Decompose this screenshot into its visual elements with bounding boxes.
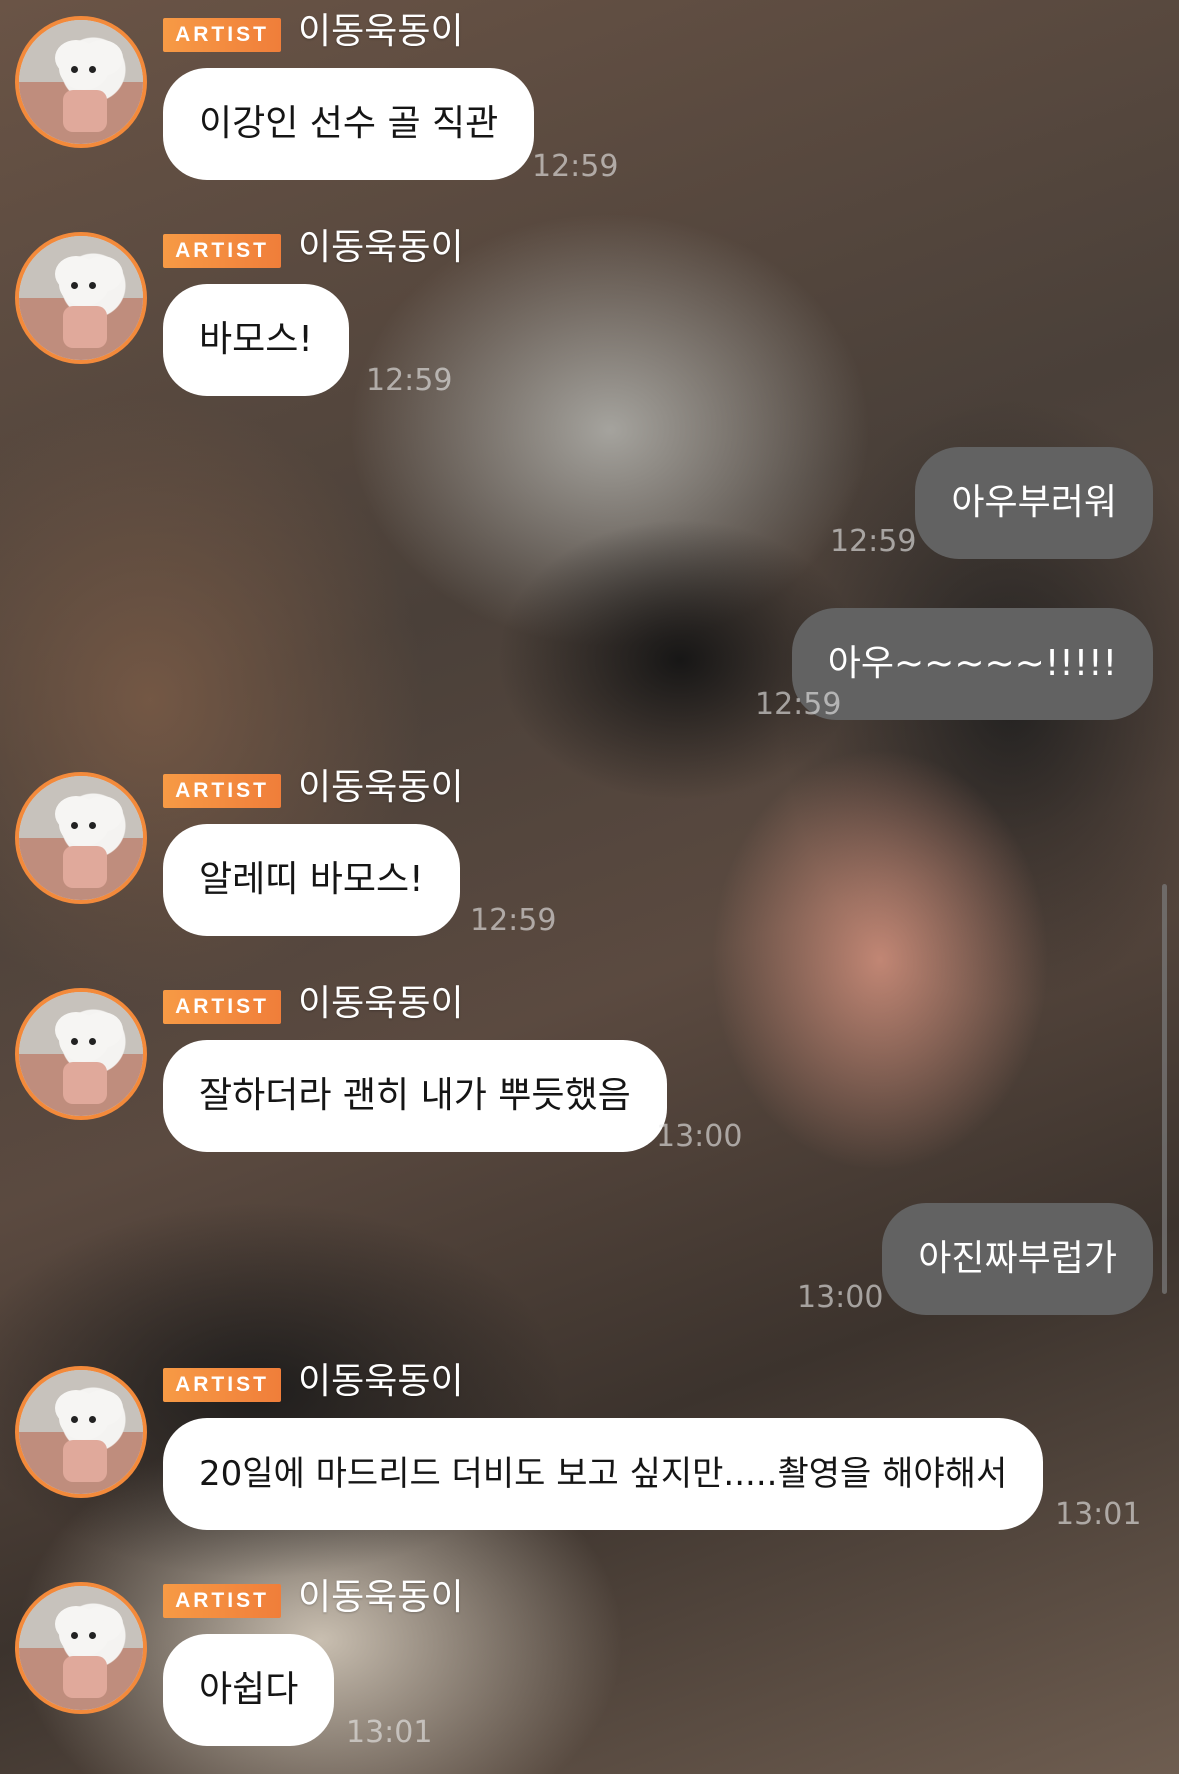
message-time: 12:59: [532, 149, 619, 184]
sender-name[interactable]: 이동욱동이: [298, 1576, 464, 1620]
chat-screen: ARTIST 이동욱동이 이강인 선수 골 직관 12:59 ARTIST 이동…: [0, 0, 1179, 1774]
message-time: 13:00: [656, 1119, 743, 1154]
artist-avatar[interactable]: [15, 16, 147, 148]
artist-avatar[interactable]: [15, 1582, 147, 1714]
artist-avatar[interactable]: [15, 988, 147, 1120]
message-time: 12:59: [470, 903, 557, 938]
sender-name[interactable]: 이동욱동이: [298, 226, 464, 270]
bear-icon: [59, 46, 109, 90]
sender-name[interactable]: 이동욱동이: [298, 1360, 464, 1404]
message-time: 12:59: [830, 524, 917, 559]
artist-badge: ARTIST: [163, 990, 281, 1024]
artist-badge: ARTIST: [163, 18, 281, 52]
sender-name[interactable]: 이동욱동이: [298, 766, 464, 810]
bear-icon: [59, 262, 109, 306]
artist-badge: ARTIST: [163, 1584, 281, 1618]
bear-icon: [59, 1018, 109, 1062]
scrollbar[interactable]: [1162, 884, 1167, 1294]
bear-icon: [59, 1396, 109, 1440]
message-bubble[interactable]: 이강인 선수 골 직관: [163, 68, 535, 180]
my-message-bubble[interactable]: 아진짜부럽가: [882, 1203, 1153, 1315]
artist-avatar[interactable]: [15, 1366, 147, 1498]
message-time: 13:01: [1055, 1497, 1142, 1532]
message-bubble[interactable]: 20일에 마드리드 더비도 보고 싶지만.....촬영을 해야해서: [163, 1418, 1044, 1530]
message-time: 12:59: [755, 687, 842, 722]
my-message-bubble[interactable]: 아우부러워: [915, 447, 1153, 559]
message-bubble[interactable]: 바모스!: [163, 284, 349, 396]
bear-icon: [59, 1612, 109, 1656]
artist-avatar[interactable]: [15, 772, 147, 904]
message-bubble[interactable]: 알레띠 바모스!: [163, 824, 460, 936]
message-time: 13:01: [346, 1715, 433, 1750]
message-time: 12:59: [366, 363, 453, 398]
message-time: 13:00: [797, 1280, 884, 1315]
artist-avatar[interactable]: [15, 232, 147, 364]
message-bubble[interactable]: 아쉽다: [163, 1634, 335, 1746]
my-message-bubble[interactable]: 아우~~~~~!!!!!: [791, 608, 1153, 720]
sender-name[interactable]: 이동욱동이: [298, 10, 464, 54]
bear-icon: [59, 802, 109, 846]
artist-badge: ARTIST: [163, 774, 281, 808]
artist-badge: ARTIST: [163, 234, 281, 268]
sender-name[interactable]: 이동욱동이: [298, 982, 464, 1026]
artist-badge: ARTIST: [163, 1368, 281, 1402]
message-bubble[interactable]: 잘하더라 괜히 내가 뿌듯했음: [163, 1040, 667, 1152]
